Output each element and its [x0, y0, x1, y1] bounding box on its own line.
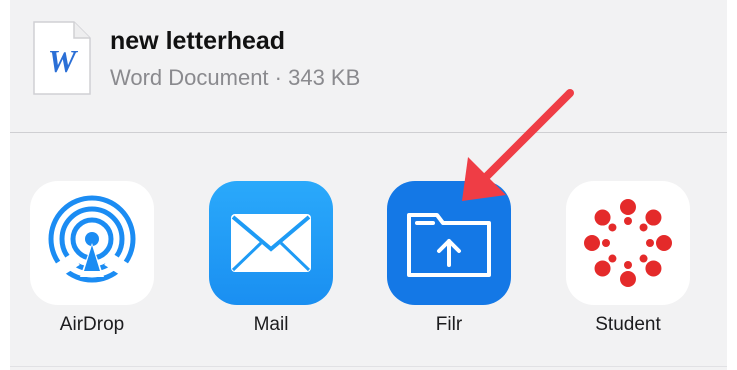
file-type-size: Word Document · 343 KB [110, 65, 361, 90]
canvas-logo-outer-dot [584, 235, 600, 251]
canvas-logo-inner-dot [639, 254, 648, 263]
share-sheet: W new letterhead Word Document · 343 KB … [10, 0, 727, 370]
header-divider [10, 132, 727, 133]
app-mail[interactable]: Mail [209, 181, 333, 336]
mail-icon [209, 181, 333, 305]
airdrop-icon [30, 181, 154, 305]
canvas-logo-inner-dot [602, 239, 610, 247]
app-filr[interactable]: Filr [387, 181, 511, 336]
canvas-student-icon [566, 181, 690, 305]
word-icon-letter: W [48, 43, 79, 79]
app-label-filr: Filr [435, 314, 463, 335]
canvas-logo-inner-dot [608, 223, 617, 232]
app-label-student: Student [595, 314, 661, 335]
canvas-logo-outer-dot [656, 235, 672, 251]
filr-icon [387, 181, 511, 305]
file-name: new letterhead [110, 27, 286, 55]
canvas-logo-inner-dot [624, 217, 632, 225]
word-document-icon: W [32, 20, 92, 96]
app-student[interactable]: Student [566, 181, 690, 336]
canvas-logo-inner-dot [646, 239, 654, 247]
canvas-logo-inner-dot [624, 261, 632, 269]
canvas-logo-outer-dot [620, 199, 636, 215]
canvas-logo-outer-dot [620, 271, 636, 287]
canvas-logo-outer-dot [645, 209, 662, 226]
canvas-logo-inner-dot [608, 254, 617, 263]
sheet-bottom-edge [10, 366, 727, 367]
app-airdrop[interactable]: AirDrop [30, 181, 154, 336]
canvas-logo-outer-dot [645, 260, 662, 277]
app-label-mail: Mail [253, 314, 289, 335]
canvas-logo-outer-dot [594, 260, 611, 277]
canvas-logo-outer-dot [594, 209, 611, 226]
file-header: W new letterhead Word Document · 343 KB [10, 0, 727, 132]
canvas-logo-inner-dot [639, 223, 648, 232]
app-label-airdrop: AirDrop [59, 314, 125, 335]
